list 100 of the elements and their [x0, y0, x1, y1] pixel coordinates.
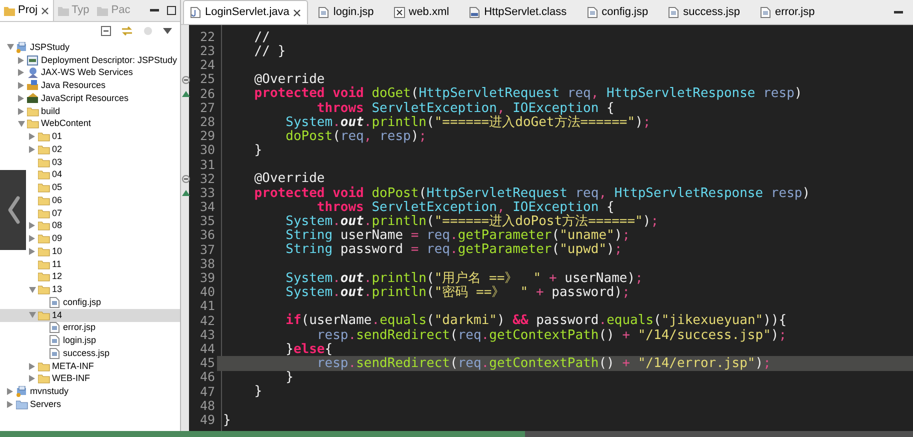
- line-number: 49: [198, 414, 216, 426]
- line-number: 25: [198, 73, 216, 86]
- close-icon: [40, 6, 49, 14]
- tree-item[interactable]: 13: [28, 284, 62, 296]
- code-line: System.out.println("======进入doPost方法======");: [284, 215, 659, 228]
- code-line: String userName = req.getParameter("uname");: [284, 229, 630, 242]
- code-line: }: [253, 144, 262, 158]
- folder-icon: [38, 310, 50, 321]
- line-number: 37: [198, 244, 216, 256]
- code-line: throws ServletException, IOException {: [316, 200, 614, 214]
- tree-item[interactable]: config.jsp: [39, 296, 102, 308]
- folder-icon: [58, 6, 69, 16]
- tree-item[interactable]: 03: [28, 156, 62, 168]
- tree-item[interactable]: Java Resources: [17, 80, 106, 92]
- folder-icon: [38, 131, 50, 142]
- folder-icon: [38, 271, 50, 282]
- editor-tab[interactable]: web.xml: [384, 0, 460, 24]
- folder-icon: [27, 106, 39, 117]
- tree-item[interactable]: 06: [28, 194, 62, 206]
- tree-item[interactable]: JAX-WS Web Services: [17, 67, 133, 78]
- folder-icon: [38, 233, 50, 244]
- folder-icon: [38, 360, 50, 372]
- code-line: //: [253, 30, 270, 44]
- expanded-arrow-icon: [28, 286, 36, 293]
- code-line: doPost(req, resp);: [284, 130, 427, 143]
- code-line: @Override: [253, 73, 325, 86]
- view-menu-icon[interactable]: [163, 28, 172, 34]
- tree-item[interactable]: Servers: [6, 398, 62, 410]
- folder-icon: [38, 220, 50, 232]
- expanded-arrow-icon: [18, 120, 24, 127]
- tree-item[interactable]: WEB-INF: [28, 373, 90, 384]
- code-line: }: [253, 385, 262, 398]
- file-icon: [49, 335, 61, 346]
- tree-item[interactable]: 04: [28, 169, 62, 180]
- tree-item[interactable]: META-INF: [28, 360, 94, 372]
- tree-item[interactable]: 02: [28, 144, 62, 155]
- tree-item[interactable]: success.jsp: [39, 348, 110, 359]
- folder-icon: [38, 169, 50, 180]
- expanded-arrow-icon: [6, 44, 14, 50]
- file-icon: [760, 6, 771, 18]
- previous-button[interactable]: [0, 170, 26, 250]
- editor-tab[interactable]: config.jsp: [576, 0, 658, 24]
- file-icon: [49, 322, 61, 334]
- maximize-icon[interactable]: [167, 6, 176, 15]
- tree-item[interactable]: JavaScript Resources: [17, 92, 129, 104]
- folder-icon: [38, 156, 50, 168]
- file-icon: [49, 296, 61, 308]
- editor-tab[interactable]: LoginServlet.java: [183, 0, 308, 24]
- folder-icon: [4, 6, 15, 16]
- folder-icon: [38, 208, 50, 219]
- line-number: 44: [198, 342, 216, 356]
- folder-icon: [38, 373, 50, 384]
- folder-icon: [38, 258, 50, 270]
- line-number: 43: [198, 328, 216, 342]
- editor-tab[interactable]: error.jsp: [750, 0, 825, 24]
- tree-item[interactable]: login.jsp: [39, 335, 96, 346]
- line-number: 29: [198, 130, 216, 143]
- line-number: 47: [198, 386, 216, 398]
- line-number: 42: [198, 314, 216, 328]
- line-number: 39: [198, 272, 216, 285]
- code-line: String password = req.getParameter("upwd");: [284, 243, 622, 256]
- tree-item[interactable]: 07: [28, 208, 62, 219]
- tree-item[interactable]: JSPStudy: [6, 42, 70, 53]
- tree-item[interactable]: 05: [28, 182, 62, 194]
- tree-item[interactable]: mvnstudy: [6, 386, 69, 398]
- editor-tab[interactable]: login.jsp: [308, 0, 384, 24]
- tree-item[interactable]: 01: [28, 131, 62, 142]
- tree-item[interactable]: build: [17, 106, 60, 117]
- line-number: 33: [198, 186, 216, 200]
- tree-item[interactable]: Deployment Descriptor: JSPStudy: [17, 54, 178, 66]
- editor-tab[interactable]: success.jsp: [658, 0, 750, 24]
- tree-item[interactable]: 08: [28, 220, 62, 232]
- line-number: 48: [198, 400, 216, 412]
- folder-icon: [97, 6, 108, 16]
- file-icon: [469, 6, 480, 18]
- code-line: protected void doPost(HttpServletRequest req, HttpServletResponse resp): [253, 186, 810, 200]
- tree-item[interactable]: 12: [28, 271, 62, 282]
- file-icon: [190, 7, 201, 18]
- editor-tab[interactable]: HttpServlet.class: [459, 0, 577, 24]
- tree-item[interactable]: error.jsp: [39, 322, 96, 334]
- code-line: }: [284, 371, 294, 384]
- tree-item[interactable]: WebContent: [17, 118, 91, 130]
- view-tab[interactable]: Proj: [0, 0, 54, 21]
- video-progress-track[interactable]: [0, 431, 913, 437]
- collapse-all-icon[interactable]: [101, 26, 111, 36]
- code-line: // }: [253, 44, 286, 58]
- line-number: 41: [198, 300, 216, 313]
- tree-item[interactable]: 09: [28, 233, 62, 244]
- code-line: System.out.println("用户名 ==》 " + userName);: [284, 272, 643, 285]
- globe-person-icon: [27, 67, 39, 78]
- tree-item[interactable]: 10: [28, 246, 62, 257]
- code-line: @Override: [253, 172, 325, 186]
- tree-item[interactable]: 14: [28, 310, 62, 321]
- code-line: }: [223, 414, 231, 427]
- folder-icon: [27, 118, 39, 130]
- code-line: System.out.println("密码 ==》 " + password);: [284, 286, 630, 299]
- code-line: if(userName.equals("darkmi") && password.equals("jikexueyuan")){: [284, 314, 787, 328]
- line-number: 27: [198, 102, 216, 114]
- line-number: 46: [198, 371, 216, 384]
- tree-item[interactable]: 11: [28, 258, 62, 270]
